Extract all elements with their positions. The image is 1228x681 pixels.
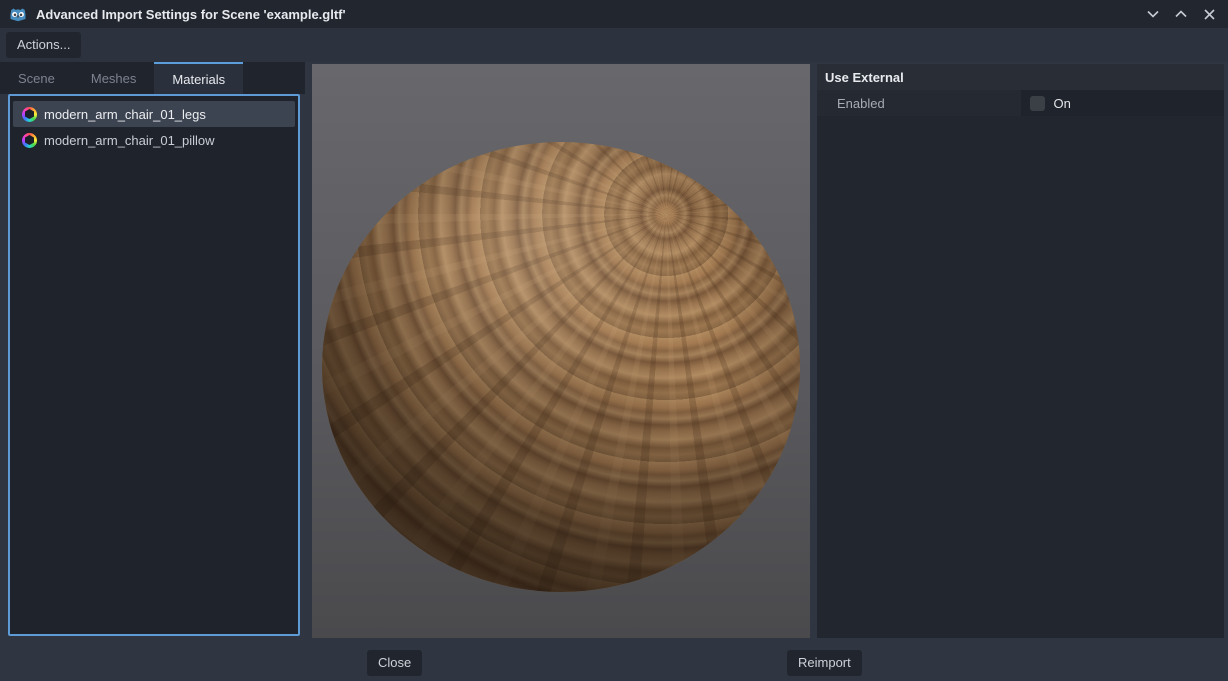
- maximize-chevron-up-icon[interactable]: [1174, 7, 1188, 21]
- reimport-button[interactable]: Reimport: [787, 650, 862, 676]
- material-list: modern_arm_chair_01_legs modern_arm_chai…: [8, 94, 300, 636]
- property-label: Enabled: [817, 90, 1021, 116]
- window-title: Advanced Import Settings for Scene 'exam…: [36, 7, 346, 22]
- preview-sphere: [322, 142, 800, 592]
- tab-materials[interactable]: Materials: [154, 62, 243, 94]
- godot-logo-icon: [9, 7, 27, 22]
- inspector-panel: Use External Enabled On: [817, 64, 1224, 638]
- enabled-checkbox-label: On: [1054, 96, 1071, 111]
- list-item[interactable]: modern_arm_chair_01_pillow: [13, 127, 295, 153]
- list-item[interactable]: modern_arm_chair_01_legs: [13, 101, 295, 127]
- titlebar: Advanced Import Settings for Scene 'exam…: [0, 0, 1228, 28]
- actions-button[interactable]: Actions...: [6, 32, 81, 58]
- advanced-import-settings-dialog: Advanced Import Settings for Scene 'exam…: [0, 0, 1228, 681]
- property-value: On: [1021, 90, 1225, 116]
- close-x-icon[interactable]: [1202, 7, 1216, 21]
- material-name: modern_arm_chair_01_legs: [44, 107, 206, 122]
- tab-bar: Scene Meshes Materials: [0, 62, 305, 94]
- material-name: modern_arm_chair_01_pillow: [44, 133, 215, 148]
- enabled-checkbox[interactable]: [1030, 96, 1045, 111]
- standard-material-3d-icon: [22, 107, 37, 122]
- minimize-chevron-down-icon[interactable]: [1146, 7, 1160, 21]
- window-controls: [1146, 7, 1216, 21]
- section-header-use-external[interactable]: Use External: [817, 64, 1224, 90]
- actions-toolbar: Actions...: [0, 28, 1228, 62]
- property-row-enabled: Enabled On: [817, 90, 1224, 116]
- tab-meshes[interactable]: Meshes: [73, 62, 155, 94]
- close-button[interactable]: Close: [367, 650, 422, 676]
- tab-scene[interactable]: Scene: [0, 62, 73, 94]
- material-preview-viewport[interactable]: [312, 64, 810, 638]
- standard-material-3d-icon: [22, 133, 37, 148]
